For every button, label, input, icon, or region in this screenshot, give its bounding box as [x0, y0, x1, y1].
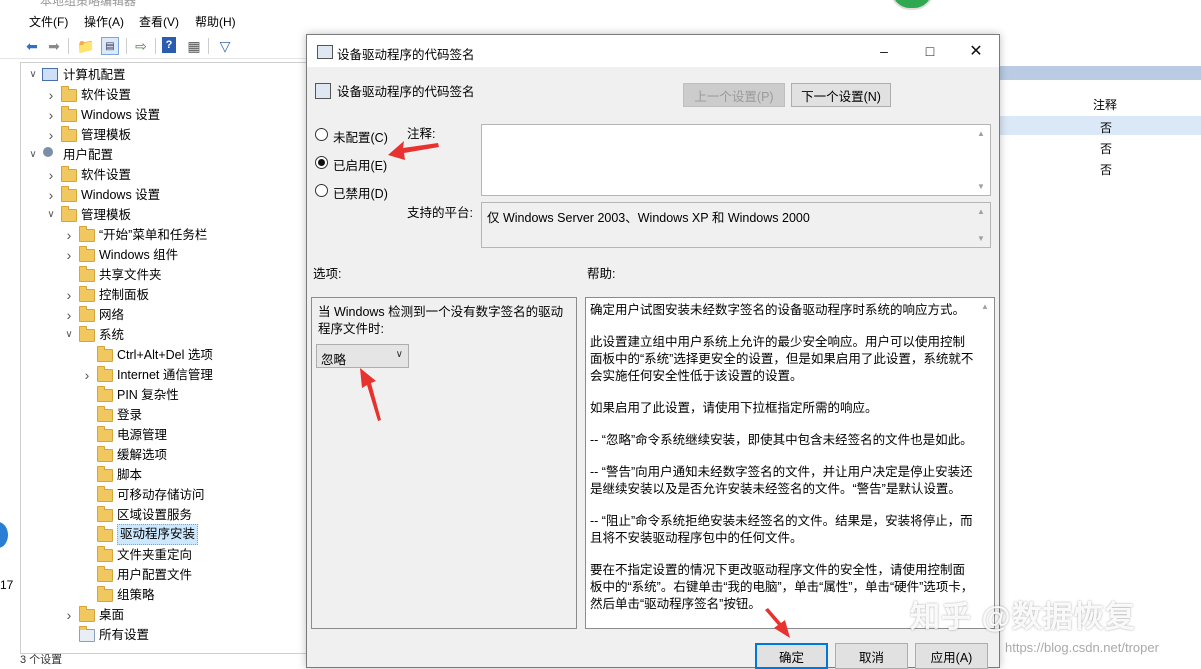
arrow-to-dropdown	[360, 368, 381, 421]
watermark-url: https://blog.csdn.net/troper	[1005, 640, 1159, 655]
arrow-to-enabled-radio	[388, 141, 439, 160]
watermark: 知乎 @数据恢复	[910, 601, 1136, 634]
annotation-arrows	[360, 141, 790, 638]
arrow-to-ok-button	[765, 608, 790, 638]
